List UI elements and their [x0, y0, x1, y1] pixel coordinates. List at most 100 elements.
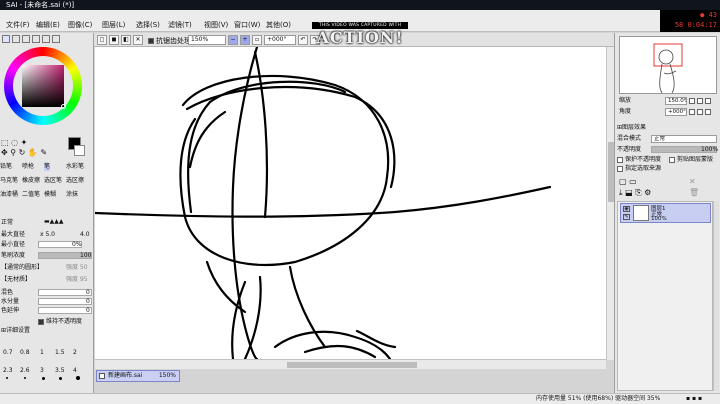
- tool-blur[interactable]: 模糊: [44, 191, 56, 199]
- shape-select[interactable]: 【通常的圆形】: [1, 264, 43, 272]
- blend-slider[interactable]: [38, 289, 92, 296]
- selection-source-checkbox[interactable]: 指定选取来源: [617, 165, 661, 173]
- nav-rotate-right-icon[interactable]: [697, 109, 703, 115]
- rotate-left-button[interactable]: ↶: [298, 35, 308, 45]
- persistence-slider[interactable]: [38, 307, 92, 314]
- clear-layer-icon[interactable]: ⬓: [625, 188, 633, 197]
- max-size-value[interactable]: 4.0: [80, 231, 90, 239]
- delete-layer-icon[interactable]: ✕: [689, 176, 696, 187]
- horizontal-scroll-thumb[interactable]: [287, 362, 417, 368]
- move-icon[interactable]: ✥: [1, 148, 8, 157]
- tool-binary-pen[interactable]: 二值笔: [22, 191, 40, 199]
- color-wheel-mode-icon[interactable]: [2, 35, 10, 43]
- detail-settings-toggle[interactable]: ⊞详细设置: [1, 327, 30, 335]
- size-preset-label[interactable]: 3.5: [55, 367, 65, 375]
- size-preset-label[interactable]: 4: [73, 367, 77, 375]
- nav-rotate-reset-icon[interactable]: [705, 109, 711, 115]
- select-all-button[interactable]: ◻: [97, 35, 107, 45]
- zoom-field[interactable]: 150%: [188, 35, 226, 45]
- merge-down-icon[interactable]: ⤓: [619, 188, 623, 197]
- zoom-reset-button[interactable]: ▫: [252, 35, 262, 45]
- tool-pencil[interactable]: 铅笔: [0, 163, 12, 171]
- menu-other[interactable]: 其他(O): [266, 21, 291, 30]
- size-preset-label[interactable]: 0.7: [3, 349, 13, 357]
- hand-icon[interactable]: ✋: [28, 148, 38, 157]
- blend-mode-select[interactable]: 正常: [1, 219, 13, 227]
- preserve-opacity-checkbox[interactable]: 保护不透明度: [617, 156, 661, 164]
- clear-selection-button[interactable]: ✕: [133, 35, 143, 45]
- texture-strength[interactable]: 强度 95: [66, 276, 88, 284]
- new-layer-icon[interactable]: ▢: [619, 177, 627, 186]
- layer-blend-select[interactable]: 正常: [651, 135, 717, 143]
- layer-effects-toggle[interactable]: ⊞图层效果: [617, 124, 646, 132]
- eyedropper-icon[interactable]: ✎: [40, 148, 47, 157]
- lasso-icon[interactable]: ◌: [11, 138, 18, 147]
- menu-window[interactable]: 窗口(W): [234, 21, 260, 30]
- zoom-in-button[interactable]: +: [240, 35, 250, 45]
- size-preset-label[interactable]: 0.8: [20, 349, 30, 357]
- tip-soft-icon[interactable]: ▲: [59, 218, 64, 225]
- tool-airbrush[interactable]: 喷枪: [22, 163, 34, 171]
- size-preset-label[interactable]: 1.5: [55, 349, 65, 357]
- saturation-value-square[interactable]: [22, 65, 64, 107]
- deselect-button[interactable]: ◼: [109, 35, 119, 45]
- menu-view[interactable]: 视图(V): [204, 21, 228, 30]
- menu-filter[interactable]: 滤镜(T): [168, 21, 192, 30]
- swatches-mode-icon[interactable]: [42, 35, 50, 43]
- antialias-checkbox[interactable]: 抗锯齿处理: [148, 36, 191, 46]
- water-slider[interactable]: [38, 298, 92, 305]
- rotate-icon[interactable]: ↻: [19, 148, 26, 157]
- lock-icon[interactable]: ✎: [623, 214, 630, 220]
- size-preset-label[interactable]: 2: [73, 349, 77, 357]
- tool-select-pen[interactable]: 选区笔: [44, 177, 62, 185]
- sv-picker-marker[interactable]: [61, 104, 66, 109]
- copy-layer-icon[interactable]: ⎘: [635, 188, 641, 197]
- document-tab[interactable]: 新建画布.sai 150%: [96, 370, 180, 382]
- tool-eraser[interactable]: 橡皮擦: [22, 177, 40, 185]
- tool-brush[interactable]: 笔: [44, 163, 51, 171]
- nav-zoom-field[interactable]: 150.0%: [665, 97, 687, 105]
- nav-zoom-in-icon[interactable]: [697, 98, 703, 104]
- tool-select-eraser[interactable]: 选区擦: [66, 177, 84, 185]
- scratchpad-mode-icon[interactable]: [52, 35, 60, 43]
- size-preset-label[interactable]: 2.3: [3, 367, 13, 375]
- trash-icon[interactable]: 🗑: [689, 187, 699, 198]
- menu-edit[interactable]: 编辑(E): [36, 21, 60, 30]
- rgb-mode-icon[interactable]: [12, 35, 20, 43]
- rect-select-icon[interactable]: ⬚: [1, 138, 9, 147]
- angle-field[interactable]: +000°: [264, 35, 296, 45]
- layer-list-scrollbar[interactable]: [713, 201, 719, 391]
- nav-rotate-left-icon[interactable]: [689, 109, 695, 115]
- drawing-canvas[interactable]: [95, 47, 606, 359]
- size-preset-label[interactable]: 3: [40, 367, 44, 375]
- vertical-scrollbar[interactable]: [606, 47, 614, 360]
- hsv-mode-icon[interactable]: [22, 35, 30, 43]
- shape-strength[interactable]: 强度 50: [66, 264, 88, 272]
- menu-select[interactable]: 选择(S): [136, 21, 160, 30]
- navigator-preview[interactable]: [619, 36, 717, 94]
- layer-row[interactable]: ◉ ✎ 图层1 正常 100%: [620, 203, 711, 223]
- invert-selection-button[interactable]: ◧: [121, 35, 131, 45]
- eye-icon[interactable]: ◉: [623, 206, 630, 212]
- tool-bucket[interactable]: 油漆桶: [0, 191, 18, 199]
- secondary-color-swatch[interactable]: [74, 145, 85, 156]
- menu-layer[interactable]: 图层(L): [102, 21, 125, 30]
- zoom-out-button[interactable]: −: [228, 35, 238, 45]
- nav-angle-field[interactable]: +000°: [665, 108, 687, 116]
- menu-file[interactable]: 文件(F): [6, 21, 30, 30]
- keep-opacity-checkbox[interactable]: 维持不透明度: [38, 318, 82, 326]
- horizontal-scrollbar[interactable]: [95, 359, 606, 369]
- new-folder-icon[interactable]: ▭: [629, 177, 637, 186]
- size-preset-label[interactable]: 1: [40, 349, 44, 357]
- mixer-mode-icon[interactable]: [32, 35, 40, 43]
- texture-select[interactable]: 【无材质】: [1, 276, 31, 284]
- tool-watercolor[interactable]: 水彩笔: [66, 163, 84, 171]
- zoom-icon[interactable]: ⚲: [10, 148, 16, 157]
- clip-group-checkbox[interactable]: 剪贴图层蒙版: [669, 156, 713, 164]
- tool-smudge[interactable]: 涂抹: [66, 191, 78, 199]
- size-preset-label[interactable]: 2.6: [20, 367, 30, 375]
- layer-settings-icon[interactable]: ⚙: [644, 188, 651, 197]
- menu-canvas[interactable]: 图像(C): [68, 21, 92, 30]
- nav-zoom-reset-icon[interactable]: [705, 98, 711, 104]
- max-size-mult[interactable]: x 5.0: [40, 231, 55, 239]
